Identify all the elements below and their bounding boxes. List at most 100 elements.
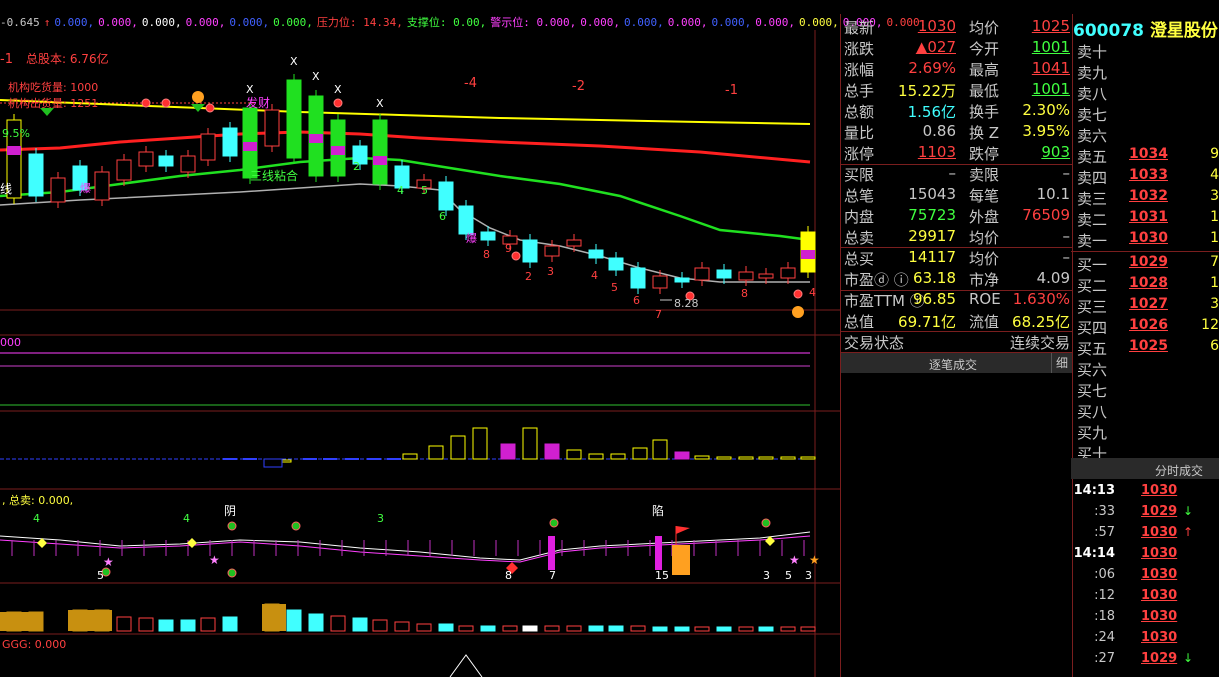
flag-icon [676, 526, 690, 534]
book-level-label: 卖一 [1077, 232, 1108, 250]
quote-value: – [948, 164, 957, 182]
tick-row: :12 1030 [1071, 586, 1219, 607]
star-icon: ★ [809, 553, 820, 567]
ticks-tab-header[interactable]: 分时成交 [1071, 458, 1219, 479]
bid-level[interactable]: 买六 [1071, 358, 1219, 379]
quote-label: 均价 [969, 19, 1000, 37]
x-marker: X [290, 55, 298, 68]
histogram-bar [286, 609, 302, 632]
quote-label: 均价 [969, 250, 1000, 268]
histogram-bar [158, 619, 174, 632]
ask-level[interactable]: 卖十 [1071, 40, 1219, 61]
quote-label: ROE [969, 290, 1001, 308]
ask-level[interactable]: 卖七 [1071, 103, 1219, 124]
bid-level[interactable]: 买八 [1071, 400, 1219, 421]
candle-body [608, 257, 624, 271]
ma-yellow-line [0, 99, 811, 125]
tick-price: 1030 [1141, 630, 1178, 645]
quote-row: 量比 0.86 换 Z 3.95% [841, 121, 1072, 142]
ask-level[interactable]: 卖二 1031 1 [1071, 208, 1219, 229]
quote-value: 1001 [1031, 38, 1070, 56]
histogram-bar [758, 626, 774, 632]
volume-bar [632, 447, 648, 460]
osc-bar [672, 545, 690, 575]
histogram-bar [566, 625, 582, 632]
book-price: 1028 [1129, 275, 1168, 291]
ask-level[interactable]: 卖六 [1071, 124, 1219, 145]
time-sales-tab[interactable]: 分时成交 [1155, 462, 1203, 479]
quote-row: 涨幅 2.69% 最高 1041 [841, 58, 1072, 79]
candle-count-label: 3 [547, 265, 554, 278]
quote-label: 总额 [844, 103, 875, 121]
sun-icon [205, 103, 215, 113]
quote-value: 1.56亿 [907, 103, 956, 121]
quote-value: 1030 [917, 17, 956, 35]
histogram-bar [588, 625, 604, 632]
candle-count-label: 4 [397, 184, 404, 197]
ask-level[interactable]: 卖三 1032 3 [1071, 187, 1219, 208]
detail-toggle-button[interactable]: 细 [1051, 353, 1072, 373]
tick-time: 14:14 [1073, 546, 1115, 561]
ask-level[interactable]: 卖四 1033 4 [1071, 166, 1219, 187]
tick-price: 1030 [1141, 567, 1178, 582]
candle-body [738, 271, 754, 281]
volume-bar [674, 451, 690, 460]
candle-body [522, 239, 538, 263]
candle-body [544, 245, 560, 257]
x-marker: X [312, 70, 320, 83]
quote-label: 总手 [844, 82, 875, 100]
pct-label: 9.5% [2, 127, 30, 140]
indicator-value: 0.000, [667, 16, 708, 29]
quote-value: 29917 [908, 227, 956, 245]
trade-tab-header[interactable]: 逐笔成交 细 [841, 353, 1072, 373]
bid-level[interactable]: 买三 1027 3 [1071, 295, 1219, 316]
histogram-bar [800, 626, 816, 632]
histogram-bar [200, 617, 216, 632]
quote-value: 3.95% [1022, 122, 1070, 140]
tick-row: :27 1029 ↓ [1071, 649, 1219, 670]
candle-body [694, 267, 710, 281]
quote-label: 最低 [969, 82, 1000, 100]
candle-count-label: 5 [421, 184, 428, 197]
quote-row: 总手 15.22万 最低 1001 [841, 79, 1072, 100]
quote-row: 总笔 15043 每笔 10.1 [841, 184, 1072, 205]
tick-time: :12 [1094, 588, 1115, 603]
quote-value: 4.09 [1036, 269, 1070, 287]
bid-level[interactable]: 买九 [1071, 421, 1219, 442]
histogram-bar [502, 625, 518, 632]
quote-row: 买限 – 卖限 – [841, 163, 1072, 184]
bid-level[interactable]: 买五 1025 6 [1071, 337, 1219, 358]
kline-chart-canvas[interactable]: XXXXX4 568 92 3 45678 42★ ★ ★ ★4 4 35 8 7 15 3 5 3 [0, 0, 840, 677]
yin-label: 阴 [224, 504, 237, 518]
book-level-label: 买六 [1077, 361, 1108, 379]
bid-level[interactable]: 买四 1026 12 [1071, 316, 1219, 337]
tick-price: 1029 [1141, 504, 1178, 519]
tick-time: :27 [1094, 651, 1115, 666]
ask-level[interactable]: 卖九 [1071, 61, 1219, 82]
volume-bar [522, 427, 538, 460]
tick-row: 14:14 1030 [1071, 544, 1219, 565]
quote-value: 63.18 [913, 269, 956, 287]
ask-level[interactable]: 卖八 [1071, 82, 1219, 103]
sun-icon [227, 568, 237, 578]
book-price: 1034 [1129, 146, 1168, 162]
histogram-bar [0, 612, 36, 631]
volume-bar [758, 456, 774, 460]
quote-label: 总卖 [844, 229, 875, 247]
ask-level[interactable]: 卖一 1030 1 [1071, 229, 1219, 250]
ask-level[interactable]: 卖五 1034 9 [1071, 145, 1219, 166]
quote-label: 涨幅 [844, 61, 875, 79]
bid-level[interactable]: 买七 [1071, 379, 1219, 400]
quote-value: 69.71亿 [898, 313, 956, 331]
bid-level[interactable]: 买一 1029 7 [1071, 253, 1219, 274]
bid-level[interactable]: 买二 1028 1 [1071, 274, 1219, 295]
trade-by-trade-tab[interactable]: 逐笔成交 [929, 356, 977, 373]
book-volume: 9 [1210, 146, 1219, 162]
histogram-bar [394, 621, 410, 632]
osc-bar [655, 536, 662, 570]
kline-chart-area[interactable]: X X X X X 4 5 6 8 9 2 3 4 5 6 7 8 4 2 ★ ★ ★ ★ 4 4 3 5 8 7 15 3 5 3 -0.64… [0, 0, 926, 677]
quote-value: 76509 [1022, 206, 1070, 224]
tick-row: :57 1030 ↑ [1071, 523, 1219, 544]
indicator-value: 0.000, [711, 16, 752, 29]
candle-body [438, 181, 454, 211]
